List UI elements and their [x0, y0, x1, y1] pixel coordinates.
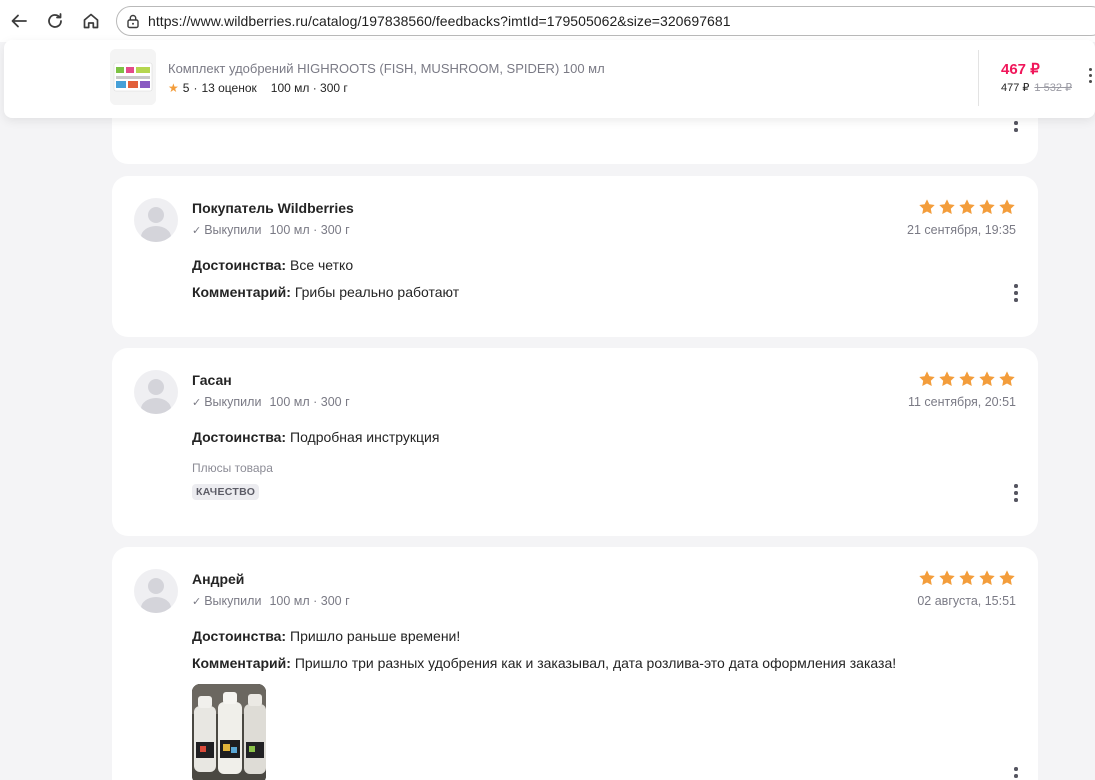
star-icon [999, 199, 1015, 215]
purchase-status: ✓ Выкупили 100 мл · 300 г [192, 395, 350, 409]
price-old: 1 532 ₽ [1034, 82, 1073, 94]
back-button[interactable] [6, 8, 32, 34]
check-icon: ✓ [192, 225, 202, 237]
pros-text: Пришло раньше времени! [290, 628, 461, 644]
pros-text: Все четко [290, 257, 354, 273]
pros-label: Достоинства: [192, 257, 287, 273]
more-options-icon[interactable] [1014, 484, 1018, 502]
browser-toolbar: https://www.wildberries.ru/catalog/19783… [0, 0, 1095, 42]
rating-stars [918, 569, 1016, 587]
review-card: Покупатель Wildberries ✓ Выкупили 100 мл ·… [112, 176, 1038, 337]
status-text: Выкупили [204, 223, 262, 237]
comment-label: Комментарий: [192, 284, 291, 300]
review-author: Андрей [192, 571, 245, 587]
review-pros: Достоинства: Подробная инструкция [192, 429, 439, 445]
star-icon [979, 199, 995, 215]
comment-text: Грибы реально работают [294, 284, 460, 300]
star-icon [939, 371, 955, 387]
review-variant: 100 мл · 300 г [269, 223, 350, 237]
divider [978, 50, 979, 106]
review-author: Гасан [192, 372, 232, 388]
product-variant: 100 мл · 300 г [270, 81, 348, 95]
pros-label: Достоинства: [192, 628, 287, 644]
status-text: Выкупили [204, 395, 262, 409]
comment-text: Пришло три разных удобрения как и заказы… [294, 655, 897, 671]
product-reviews-count[interactable]: 13 оценок [201, 81, 256, 95]
star-icon [919, 371, 935, 387]
purchase-status: ✓ Выкупили 100 мл · 300 г [192, 594, 350, 608]
more-options-icon[interactable] [1014, 284, 1018, 302]
separator-dot: · [193, 81, 198, 95]
arrow-left-icon [11, 14, 27, 28]
star-icon: ★ [168, 81, 179, 95]
reload-button[interactable] [42, 8, 68, 34]
review-comment: Комментарий: Пришло три разных удобрения… [192, 655, 896, 671]
review-date: 02 августа, 15:51 [917, 594, 1016, 608]
star-icon [959, 199, 975, 215]
status-text: Выкупили [204, 594, 262, 608]
more-options-icon[interactable] [1014, 767, 1018, 780]
home-button[interactable] [78, 8, 104, 34]
features-label: Плюсы товара [192, 461, 273, 475]
review-variant: 100 мл · 300 г [269, 594, 350, 608]
product-title[interactable]: Комплект удобрений HIGHROOTS (FISH, MUSH… [168, 61, 605, 76]
star-icon [939, 570, 955, 586]
avatar [134, 198, 178, 242]
url-text[interactable]: https://www.wildberries.ru/catalog/19783… [148, 13, 731, 29]
star-icon [999, 570, 1015, 586]
review-photo[interactable] [192, 684, 266, 780]
review-card: Андрей ✓ Выкупили 100 мл · 300 г 02 август… [112, 547, 1038, 780]
purchase-status: ✓ Выкупили 100 мл · 300 г [192, 223, 350, 237]
review-date: 21 сентября, 19:35 [907, 223, 1016, 237]
header-menu-icon[interactable] [1089, 68, 1093, 88]
star-icon [999, 371, 1015, 387]
review-pros: Достоинства: Все четко [192, 257, 353, 273]
review-author: Покупатель Wildberries [192, 200, 354, 216]
comment-label: Комментарий: [192, 655, 291, 671]
photo-image [192, 684, 266, 780]
product-rating: 5 [182, 81, 190, 95]
review-card: Гасан ✓ Выкупили 100 мл · 300 г 11 сентябр… [112, 348, 1038, 536]
site-info-icon[interactable] [125, 13, 141, 29]
avatar [134, 370, 178, 414]
star-icon [979, 371, 995, 387]
check-icon: ✓ [192, 397, 202, 409]
star-icon [979, 570, 995, 586]
product-image [110, 49, 156, 105]
star-icon [919, 199, 935, 215]
price-details: 477 ₽ 1 532 ₽ [1001, 81, 1072, 94]
review-pros: Достоинства: Пришло раньше времени! [192, 628, 460, 644]
home-icon [83, 13, 99, 29]
star-icon [919, 570, 935, 586]
star-icon [939, 199, 955, 215]
pros-text: Подробная инструкция [290, 429, 440, 445]
check-icon: ✓ [192, 596, 202, 608]
product-price: 467 ₽ [1001, 61, 1040, 78]
avatar [134, 569, 178, 613]
rating-stars [918, 370, 1016, 388]
review-date: 11 сентября, 20:51 [907, 395, 1016, 409]
product-thumbnail[interactable] [110, 49, 156, 105]
reload-icon [48, 13, 62, 28]
feature-tag[interactable]: КАЧЕСТВО [192, 484, 260, 500]
product-meta: ★ 5 · 13 оценок 100 мл · 300 г [168, 81, 348, 95]
star-icon [959, 570, 975, 586]
review-comment: Комментарий: Грибы реально работают [192, 284, 459, 300]
rating-stars [918, 198, 1016, 216]
star-icon [959, 371, 975, 387]
address-bar[interactable]: https://www.wildberries.ru/catalog/19783… [116, 6, 1095, 36]
product-sticky-header: Комплект удобрений HIGHROOTS (FISH, MUSH… [4, 40, 1095, 118]
price-wallet: 477 ₽ [1001, 82, 1030, 94]
pros-label: Достоинства: [192, 429, 287, 445]
review-variant: 100 мл · 300 г [269, 395, 350, 409]
